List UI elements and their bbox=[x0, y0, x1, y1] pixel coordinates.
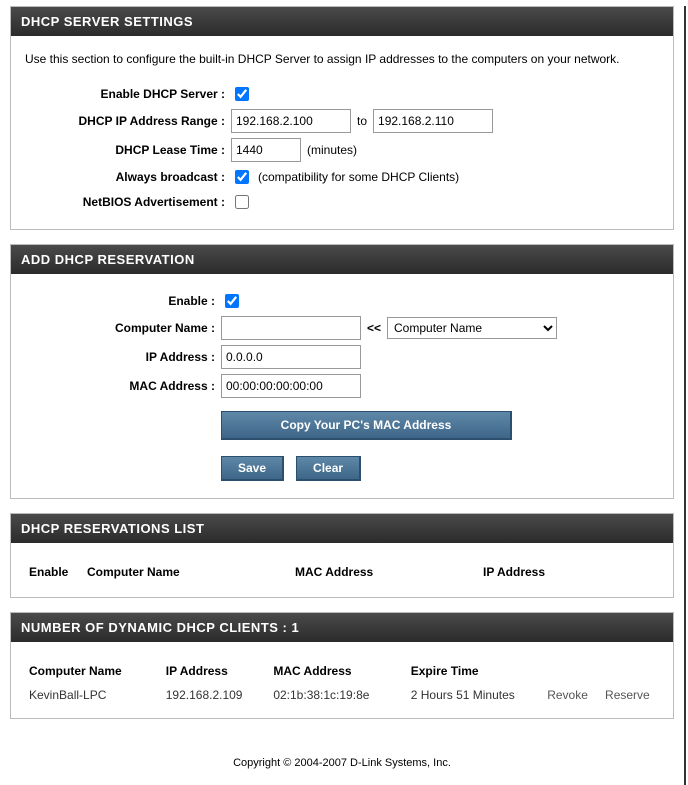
reservations-table: Enable Computer Name MAC Address IP Addr… bbox=[25, 559, 659, 585]
copy-name-arrow: << bbox=[367, 321, 381, 335]
reserve-link[interactable]: Reserve bbox=[605, 688, 650, 702]
reservation-enable-checkbox[interactable] bbox=[225, 294, 239, 308]
ip-range-to-input[interactable] bbox=[373, 109, 493, 133]
dc-mac: 02:1b:38:1c:19:8e bbox=[269, 684, 406, 706]
reservations-list-title: DHCP RESERVATIONS LIST bbox=[11, 514, 673, 543]
add-reservation-title: ADD DHCP RESERVATION bbox=[11, 245, 673, 274]
ip-range-from-input[interactable] bbox=[231, 109, 351, 133]
netbios-label: NetBIOS Advertisement : bbox=[25, 195, 231, 209]
table-row: KevinBall-LPC 192.168.2.109 02:1b:38:1c:… bbox=[25, 684, 659, 706]
dhcp-server-settings-panel: DHCP SERVER SETTINGS Use this section to… bbox=[10, 6, 674, 230]
dhcp-settings-title: DHCP SERVER SETTINGS bbox=[11, 7, 673, 36]
reservation-enable-label: Enable : bbox=[25, 294, 221, 308]
computer-name-input[interactable] bbox=[221, 316, 361, 340]
dc-col-name: Computer Name bbox=[25, 658, 162, 684]
enable-dhcp-label: Enable DHCP Server : bbox=[25, 87, 231, 101]
add-dhcp-reservation-panel: ADD DHCP RESERVATION Enable : Computer N… bbox=[10, 244, 674, 499]
dynamic-clients-table: Computer Name IP Address MAC Address Exp… bbox=[25, 658, 659, 706]
revoke-link[interactable]: Revoke bbox=[547, 688, 588, 702]
always-broadcast-checkbox[interactable] bbox=[235, 170, 249, 184]
mac-address-input[interactable] bbox=[221, 374, 361, 398]
lease-time-input[interactable] bbox=[231, 138, 301, 162]
dc-expire: 2 Hours 51 Minutes bbox=[407, 684, 543, 706]
dynamic-clients-title: NUMBER OF DYNAMIC DHCP CLIENTS : 1 bbox=[11, 613, 673, 642]
ip-address-input[interactable] bbox=[221, 345, 361, 369]
save-button[interactable]: Save bbox=[221, 456, 284, 481]
ip-range-label: DHCP IP Address Range : bbox=[25, 114, 231, 128]
always-broadcast-hint: (compatibility for some DHCP Clients) bbox=[258, 170, 459, 184]
computer-name-select[interactable]: Computer Name bbox=[387, 317, 557, 339]
footer-copyright: Copyright © 2004-2007 D-Link Systems, In… bbox=[0, 733, 684, 785]
ip-range-to-word: to bbox=[357, 114, 367, 128]
copy-mac-button[interactable]: Copy Your PC's MAC Address bbox=[221, 411, 512, 440]
dc-name: KevinBall-LPC bbox=[25, 684, 162, 706]
col-mac: MAC Address bbox=[291, 559, 479, 585]
computer-name-label: Computer Name : bbox=[25, 321, 221, 335]
dc-col-expire: Expire Time bbox=[407, 658, 543, 684]
mac-address-label: MAC Address : bbox=[25, 379, 221, 393]
dc-ip: 192.168.2.109 bbox=[162, 684, 270, 706]
dhcp-reservations-list-panel: DHCP RESERVATIONS LIST Enable Computer N… bbox=[10, 513, 674, 598]
dhcp-settings-intro: Use this section to configure the built-… bbox=[25, 52, 659, 66]
always-broadcast-label: Always broadcast : bbox=[25, 170, 231, 184]
enable-dhcp-checkbox[interactable] bbox=[235, 87, 249, 101]
col-enable: Enable bbox=[25, 559, 83, 585]
col-computer-name: Computer Name bbox=[83, 559, 291, 585]
col-ip: IP Address bbox=[479, 559, 659, 585]
dc-col-mac: MAC Address bbox=[269, 658, 406, 684]
lease-time-unit: (minutes) bbox=[307, 143, 357, 157]
lease-time-label: DHCP Lease Time : bbox=[25, 143, 231, 157]
clear-button[interactable]: Clear bbox=[296, 456, 361, 481]
ip-address-label: IP Address : bbox=[25, 350, 221, 364]
dc-col-ip: IP Address bbox=[162, 658, 270, 684]
netbios-checkbox[interactable] bbox=[235, 195, 249, 209]
dynamic-dhcp-clients-panel: NUMBER OF DYNAMIC DHCP CLIENTS : 1 Compu… bbox=[10, 612, 674, 719]
